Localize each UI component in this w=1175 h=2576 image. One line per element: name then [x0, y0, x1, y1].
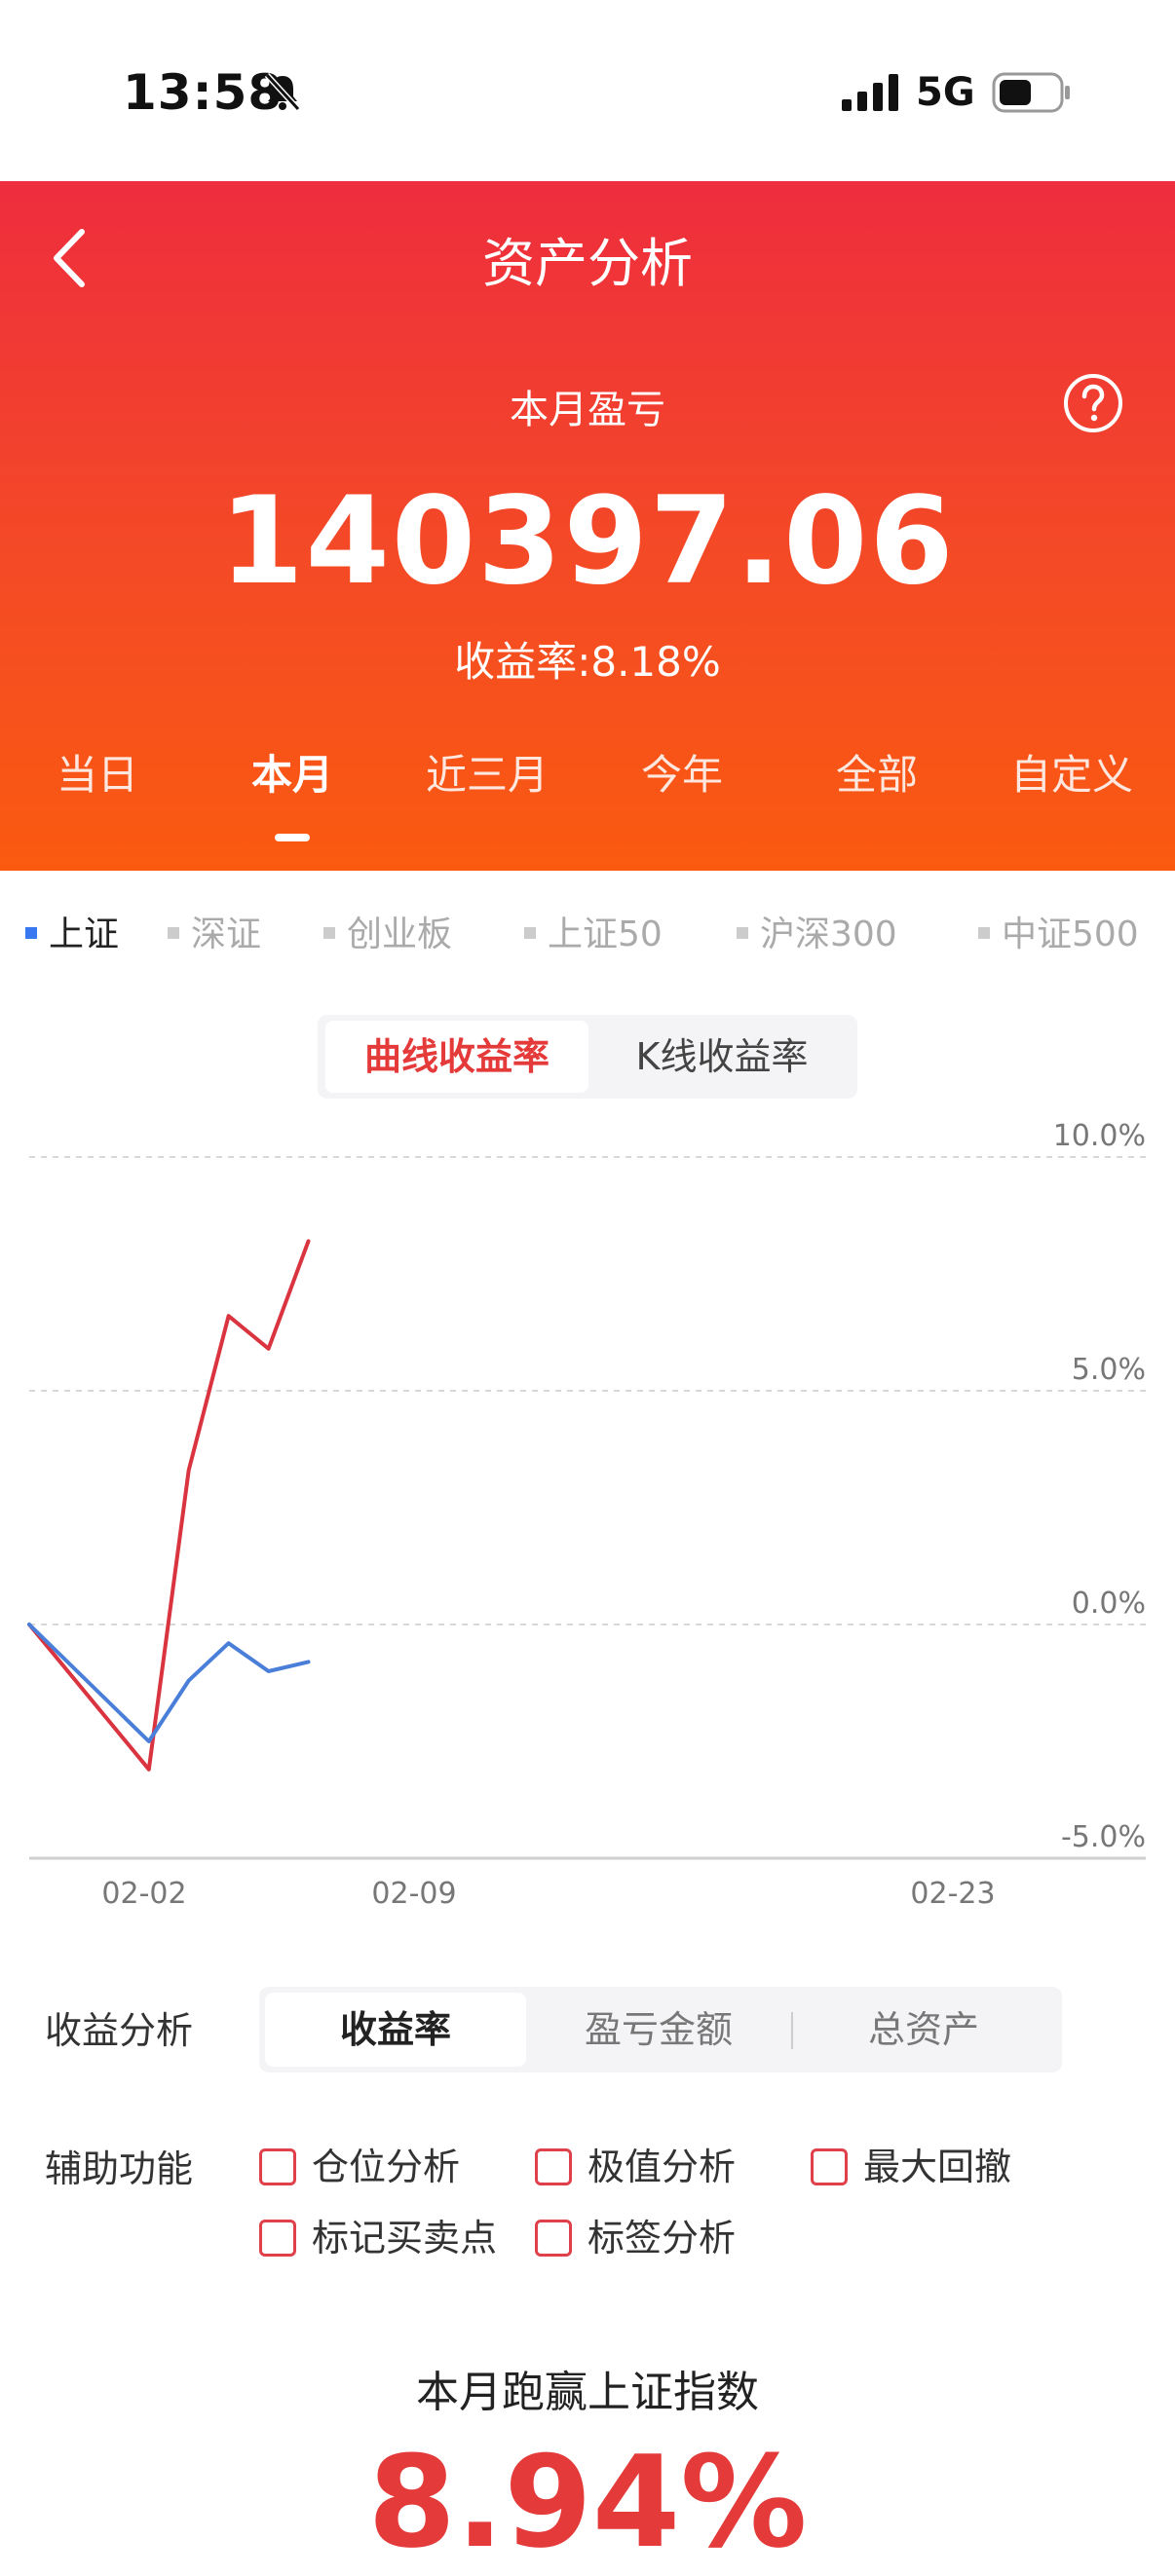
- index-tab-szse[interactable]: 深证: [168, 906, 261, 956]
- aux-item-label: 标签分析: [588, 2217, 737, 2259]
- bell-muted-icon: [264, 72, 301, 112]
- tab-last-three-months[interactable]: 近三月: [390, 707, 585, 871]
- legend-dot: [323, 927, 335, 939]
- y-tick-label: 10.0%: [1053, 1119, 1146, 1153]
- asset-analysis-header: 资产分析 本月盈亏 140397.06 收益率:8.18% 当日 本月 近三月 …: [0, 181, 1175, 871]
- benchmark-index-tabs: 上证 深证 创业板 上证50 沪深300 中证500: [0, 906, 1175, 960]
- network-type: 5G: [916, 70, 975, 115]
- checkbox[interactable]: [535, 2219, 572, 2257]
- index-tab-label: 深证: [191, 915, 262, 954]
- aux-max-drawdown[interactable]: 最大回撤: [811, 2137, 1011, 2190]
- aux-item-label: 最大回撤: [863, 2146, 1012, 2188]
- aux-item-label: 极值分析: [588, 2146, 737, 2188]
- tab-this-month[interactable]: 本月: [195, 707, 390, 871]
- aux-tag-analysis[interactable]: 标签分析: [535, 2208, 736, 2261]
- status-time: 13:58: [123, 64, 284, 121]
- page-title: 资产分析: [482, 233, 693, 294]
- series-line-portfolio: [27, 1239, 311, 1772]
- period-tabs: 当日 本月 近三月 今年 全部 自定义: [0, 707, 1175, 871]
- x-tick-label: 02-02: [101, 1877, 186, 1909]
- aux-mark-trades[interactable]: 标记买卖点: [259, 2208, 497, 2261]
- option-total-assets[interactable]: 总资产: [793, 1993, 1054, 2067]
- legend-dot: [737, 927, 748, 939]
- aux-item-label: 仓位分析: [312, 2146, 461, 2188]
- tab-today[interactable]: 当日: [0, 707, 195, 871]
- index-tab-csi500[interactable]: 中证500: [978, 906, 1139, 956]
- index-tab-chinext[interactable]: 创业板: [323, 906, 452, 956]
- profit-analysis-label: 收益分析: [45, 2009, 194, 2052]
- beat-index-title: 本月跑赢上证指数: [416, 2368, 759, 2417]
- index-tab-sse50[interactable]: 上证50: [524, 906, 663, 956]
- option-pnl-amount[interactable]: 盈亏金额: [528, 1993, 789, 2067]
- index-tab-label: 沪深300: [760, 915, 897, 954]
- legend-dot: [168, 927, 179, 939]
- checkbox[interactable]: [811, 2147, 848, 2185]
- tab-this-year[interactable]: 今年: [585, 707, 779, 871]
- x-tick-label: 02-09: [371, 1877, 456, 1909]
- y-tick-label: 0.0%: [1072, 1587, 1146, 1621]
- x-tick-label: 02-23: [910, 1877, 995, 1909]
- checkbox[interactable]: [259, 2147, 296, 2185]
- checkbox[interactable]: [535, 2147, 572, 2185]
- tab-all[interactable]: 全部: [779, 707, 974, 871]
- cellular-signal-icon: [842, 74, 898, 111]
- kline-return-button[interactable]: K线收益率: [594, 1021, 850, 1093]
- period-pnl-label: 本月盈亏: [510, 388, 665, 432]
- checkbox[interactable]: [259, 2219, 296, 2257]
- index-tab-csi300[interactable]: 沪深300: [737, 906, 897, 956]
- index-tab-label: 上证50: [548, 915, 663, 954]
- index-tab-label: 中证500: [1002, 915, 1139, 954]
- tab-custom[interactable]: 自定义: [974, 707, 1169, 871]
- index-tab-label: 创业板: [347, 915, 453, 954]
- legend-dot: [978, 927, 990, 939]
- series-line-index: [27, 1623, 311, 1743]
- option-return-rate[interactable]: 收益率: [265, 1993, 526, 2067]
- legend-dot: [25, 927, 37, 939]
- curve-return-button[interactable]: 曲线收益率: [325, 1021, 588, 1093]
- index-tab-sse[interactable]: 上证: [25, 906, 119, 956]
- aux-item-label: 标记买卖点: [312, 2217, 498, 2259]
- aux-extreme-analysis[interactable]: 极值分析: [535, 2137, 736, 2190]
- battery-icon: [992, 72, 1070, 113]
- pnl-value: 140397.06: [219, 471, 956, 612]
- profit-analysis-selector: 收益率 盈亏金额 总资产: [259, 1987, 1062, 2072]
- chart-type-toggle: 曲线收益率 K线收益率: [318, 1015, 857, 1099]
- beat-index-value: 8.94%: [367, 2428, 808, 2576]
- aux-position-analysis[interactable]: 仓位分析: [259, 2137, 460, 2190]
- y-tick-label: 5.0%: [1072, 1353, 1146, 1387]
- legend-dot: [524, 927, 536, 939]
- index-tab-label: 上证: [49, 915, 120, 954]
- return-rate: 收益率:8.18%: [454, 638, 721, 686]
- help-icon[interactable]: [1062, 372, 1124, 434]
- status-bar: 13:58 5G: [0, 0, 1175, 181]
- return-curve-chart: 10.0% 5.0% 0.0% -5.0% 02-02 02-09 02-23: [27, 1119, 1146, 1909]
- aux-functions-label: 辅助功能: [45, 2147, 194, 2190]
- y-tick-label: -5.0%: [1061, 1820, 1146, 1854]
